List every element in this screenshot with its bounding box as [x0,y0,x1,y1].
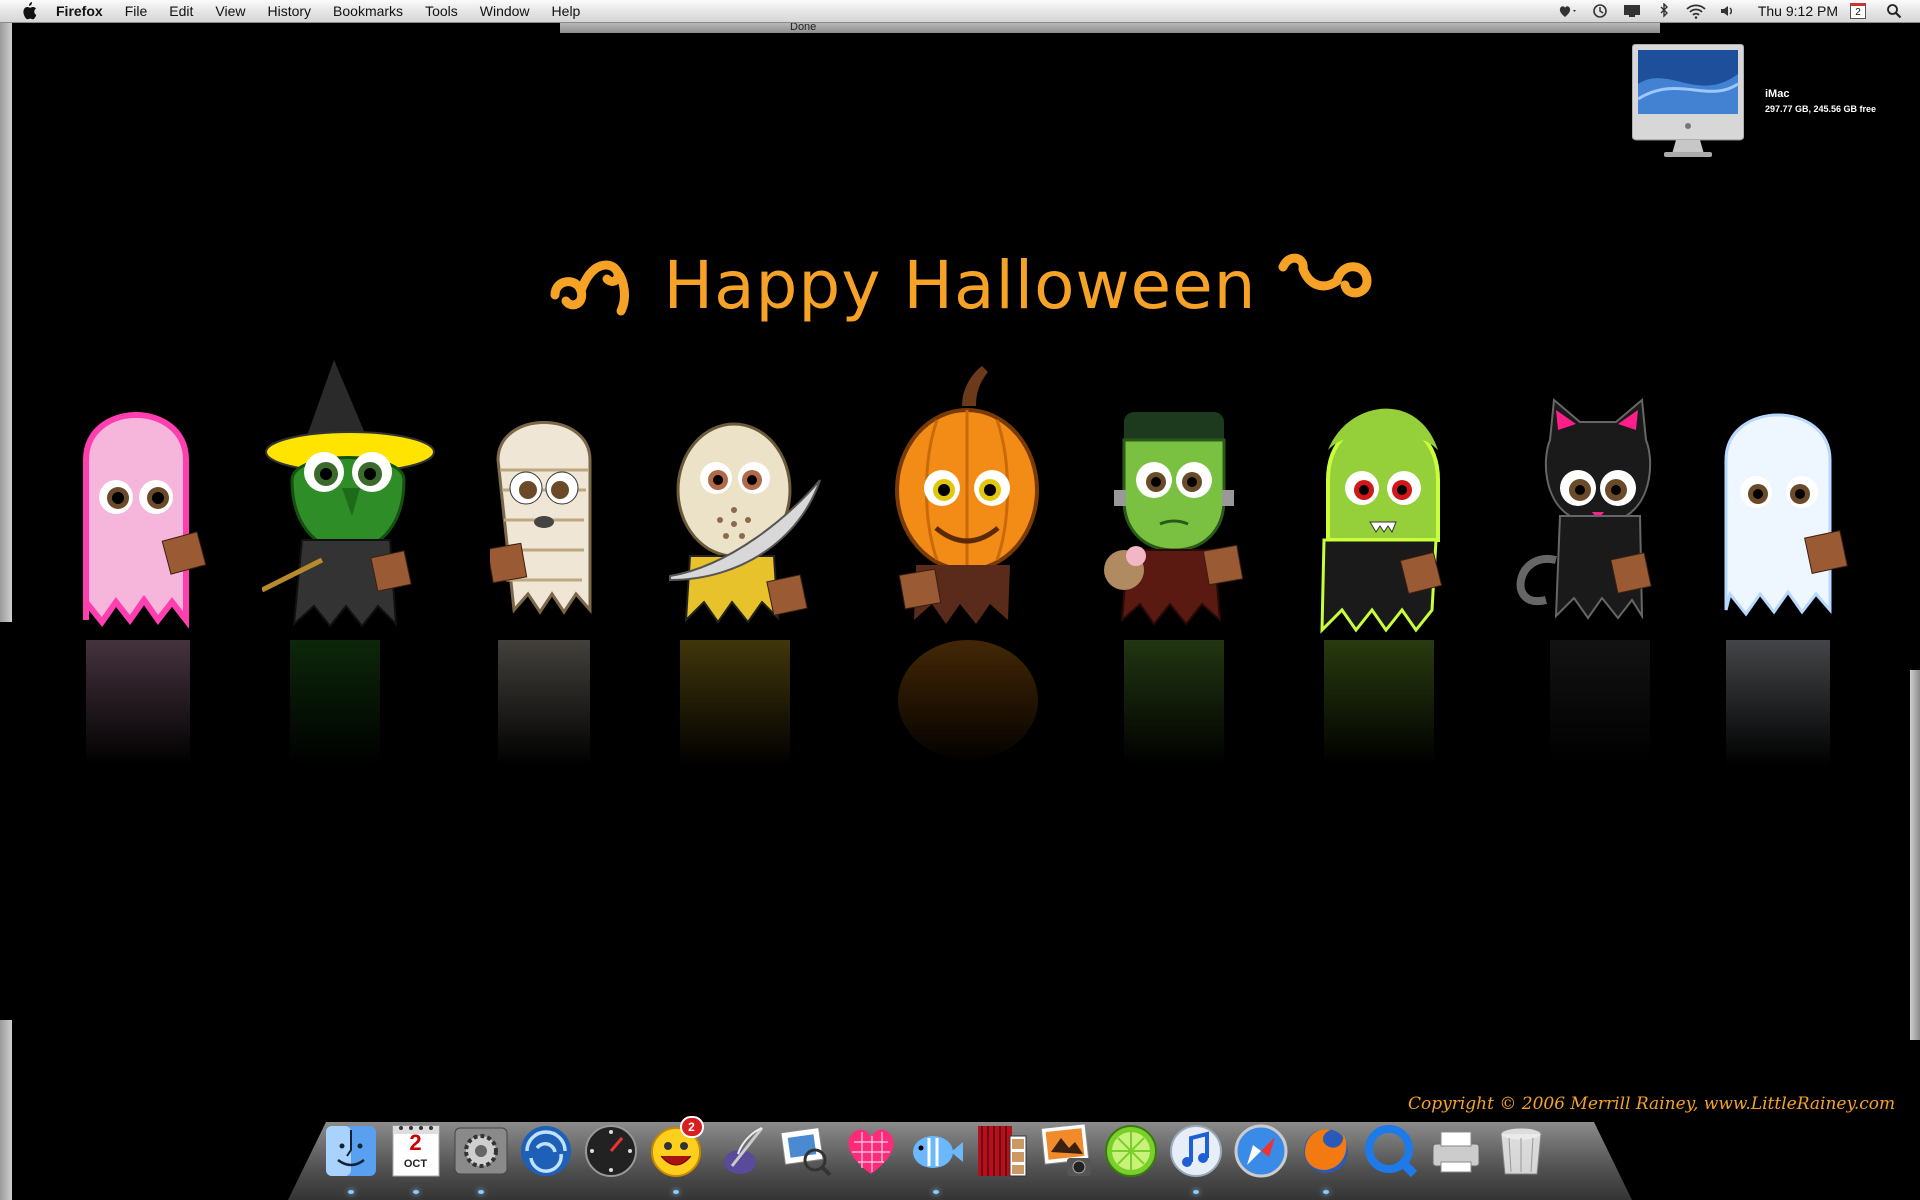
apple-menu-icon[interactable] [18,0,40,22]
spotlight-icon[interactable] [1884,3,1904,19]
drive-name[interactable]: iMac [1765,88,1789,100]
spaces-icon [520,1126,571,1176]
messenger-badge: 2 [679,1116,704,1138]
itunes-icon [1169,1125,1222,1177]
calendar-status-icon[interactable]: 2 [1850,3,1866,19]
background-window-status: Done [790,21,817,33]
ical-day: 2 [409,1130,422,1155]
drive-info: 297.77 GB, 245.56 GB free [1765,104,1877,114]
gear-icon [454,1127,507,1175]
dock-heart-app[interactable] [841,1120,901,1182]
vampire-icon [1320,408,1443,634]
background-window-lower-edge [0,1020,12,1200]
dock-fish-app[interactable] [906,1120,966,1194]
dock-photo-booth[interactable] [971,1120,1031,1182]
running-indicator [477,1190,484,1194]
menu-help[interactable]: Help [541,0,592,22]
dock-ical[interactable]: 2 OCT [386,1120,446,1194]
dock-preview[interactable] [776,1120,836,1182]
iphoto-icon [1040,1123,1091,1176]
white-ghost-icon [1724,413,1848,617]
dock-itunes[interactable] [1166,1120,1226,1194]
pink-ghost-icon [83,412,207,629]
dock-quicktime[interactable] [1361,1120,1421,1182]
printer-icon [1432,1131,1479,1173]
running-indicator [412,1190,419,1194]
display-icon[interactable] [1622,3,1642,19]
menu-file[interactable]: File [114,0,159,22]
menu-app-firefox[interactable]: Firefox [56,0,114,22]
character-reflections [0,640,1920,820]
mummy-icon [490,421,592,615]
finder-icon [325,1126,376,1176]
menu-view[interactable]: View [204,0,256,22]
dock-spaces[interactable] [516,1120,576,1182]
photo-booth-icon [977,1126,1026,1177]
dock-iphoto[interactable] [1036,1120,1096,1182]
running-indicator [347,1190,354,1194]
trash-icon [1500,1127,1541,1175]
wallpaper-copyright: Copyright © 2006 Merrill Rainey, www.Lit… [1408,1094,1896,1114]
menu-clock[interactable]: Thu 9:12 PM [1758,3,1838,19]
quicktime-icon [1364,1125,1417,1178]
background-window-toolbar [560,22,1660,33]
lime-icon [1104,1125,1157,1177]
black-cat-icon [1516,398,1652,620]
dock-finder[interactable] [321,1120,381,1194]
menu-window[interactable]: Window [469,0,541,22]
safari-icon [1234,1124,1287,1178]
time-machine-icon[interactable] [1590,3,1610,19]
volume-icon[interactable] [1718,3,1738,19]
running-indicator [1322,1190,1329,1194]
dashboard-icon [584,1125,637,1177]
wifi-icon[interactable] [1686,3,1706,19]
jack-o-lantern-icon [895,366,1039,624]
slasher-icon [669,422,821,624]
witch-icon [262,360,435,628]
menu-bar: Firefox File Edit View History Bookmarks… [0,0,1920,23]
ical-month: OCT [403,1158,428,1170]
dock-script-editor[interactable] [711,1120,771,1182]
dock-dashboard[interactable] [581,1120,641,1182]
running-indicator [672,1190,679,1194]
right-swirl-icon [1278,253,1372,298]
running-indicator [1192,1190,1199,1194]
dock-system-preferences[interactable] [451,1120,511,1194]
dock: 2 OCT 2 [318,1112,1553,1194]
bluetooth-icon[interactable] [1654,3,1674,19]
status-menus: Thu 9:12 PM 2 [1552,0,1920,22]
heart-icon [847,1129,894,1174]
dock-messenger[interactable]: 2 [646,1116,706,1194]
imac-hard-drive-icon[interactable] [1631,43,1745,160]
menu-tools[interactable]: Tools [414,0,469,22]
fish-icon [912,1136,963,1168]
quill-icon [723,1127,763,1174]
left-swirl-icon [550,260,630,316]
firefox-icon [1303,1129,1348,1173]
dock-limewire[interactable] [1101,1120,1161,1182]
running-indicator [932,1190,939,1194]
preview-icon [779,1126,831,1177]
dock-firefox[interactable] [1296,1120,1356,1194]
happy-halloween-text: Happy Halloween [663,246,1257,324]
menu-bookmarks[interactable]: Bookmarks [322,0,414,22]
halloween-characters [0,360,1920,640]
menu-history[interactable]: History [256,0,322,22]
dock-printer[interactable] [1426,1120,1486,1182]
dock-trash[interactable] [1491,1120,1551,1182]
dock-safari[interactable] [1231,1120,1291,1182]
heart-status-icon[interactable] [1558,3,1578,19]
frankenstein-icon [1104,412,1244,626]
menu-edit[interactable]: Edit [158,0,204,22]
wallpaper-title: Happy Halloween [0,245,1920,325]
